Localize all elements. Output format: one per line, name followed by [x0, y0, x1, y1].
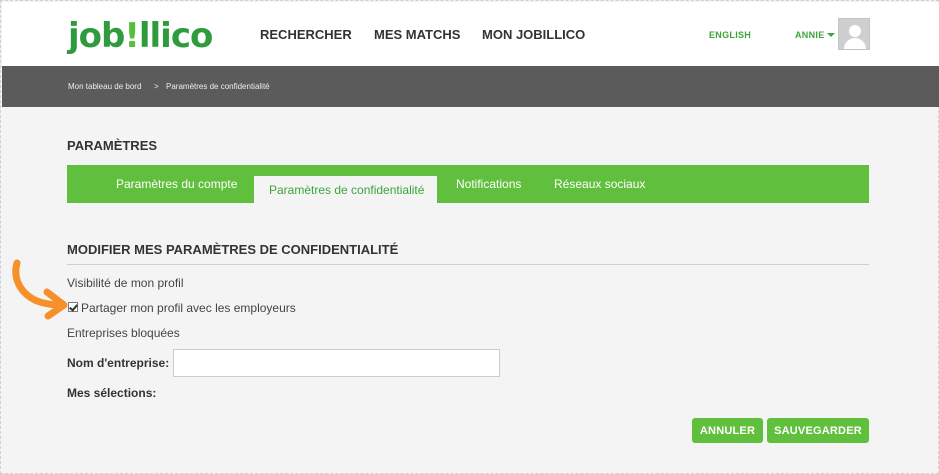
tab-privacy-settings-label: Paramètres de confidentialité — [269, 183, 425, 197]
breadcrumb-dashboard[interactable]: Mon tableau de bord — [68, 82, 141, 91]
chevron-down-icon[interactable] — [827, 33, 835, 37]
user-menu[interactable]: ANNIE — [795, 30, 825, 40]
breadcrumb: Mon tableau de bord > Paramètres de conf… — [2, 66, 939, 107]
tab-account-settings[interactable]: Paramètres du compte — [116, 177, 237, 191]
company-name-input[interactable] — [173, 349, 500, 377]
tab-social-networks[interactable]: Réseaux sociaux — [554, 177, 645, 191]
language-switch-link[interactable]: ENGLISH — [709, 30, 751, 40]
cancel-button[interactable]: ANNULER — [692, 418, 763, 443]
divider — [67, 264, 869, 265]
jobillico-logo[interactable]: job!llico — [68, 16, 213, 56]
top-navigation-bar: job!llico RECHERCHER MES MATCHS MON JOBI… — [2, 2, 939, 66]
tab-privacy-settings[interactable]: Paramètres de confidentialité — [254, 176, 437, 203]
share-profile-label[interactable]: Partager mon profil avec les employeurs — [81, 301, 296, 315]
my-selections-label: Mes sélections: — [67, 386, 157, 400]
user-silhouette-icon — [849, 25, 861, 37]
tab-notifications[interactable]: Notifications — [456, 177, 521, 191]
nav-rechercher[interactable]: RECHERCHER — [260, 27, 352, 42]
avatar[interactable] — [838, 18, 870, 50]
company-name-label: Nom d'entreprise: — [67, 356, 170, 370]
nav-mon-jobillico[interactable]: MON JOBILLICO — [482, 27, 585, 42]
visibility-label: Visibilité de mon profil — [67, 276, 184, 290]
breadcrumb-current: Paramètres de confidentialité — [166, 82, 270, 91]
app-frame: job!llico RECHERCHER MES MATCHS MON JOBI… — [0, 0, 939, 474]
page-title: PARAMÈTRES — [67, 138, 158, 153]
settings-tabs: Paramètres du compte Paramètres de confi… — [67, 165, 869, 203]
save-button[interactable]: SAUVEGARDER — [767, 418, 869, 443]
nav-mes-matchs[interactable]: MES MATCHS — [374, 27, 460, 42]
curved-arrow-icon — [12, 259, 68, 320]
privacy-heading: MODIFIER MES PARAMÈTRES DE CONFIDENTIALI… — [67, 242, 399, 257]
breadcrumb-separator: > — [154, 82, 159, 91]
blocked-companies-label: Entreprises bloquées — [67, 326, 180, 340]
share-profile-checkbox[interactable] — [68, 302, 78, 312]
